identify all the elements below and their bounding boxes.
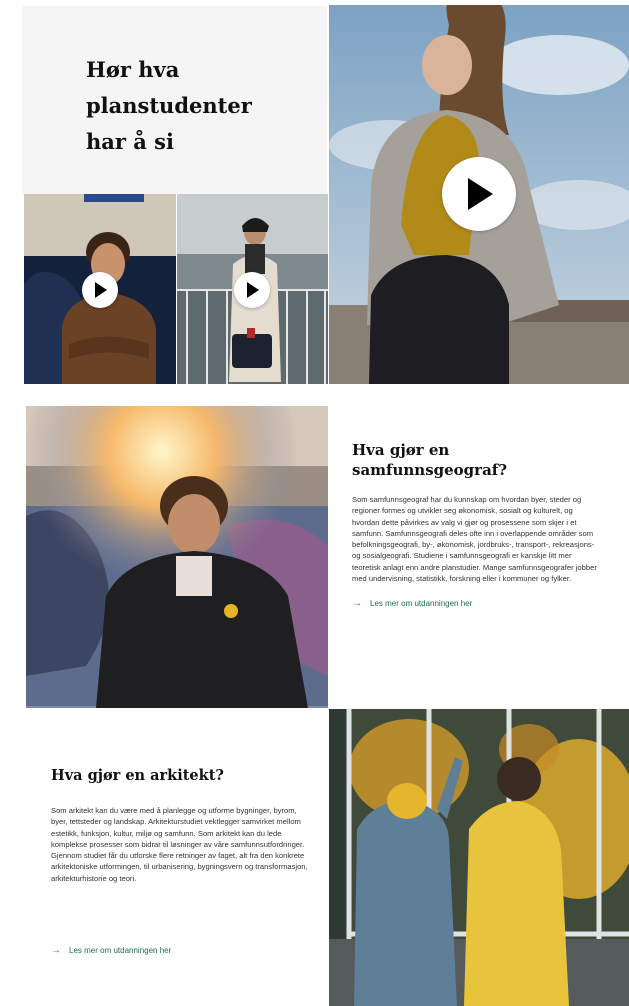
- hero-title: Hør hva planstudenter har å si: [86, 52, 252, 160]
- geograf-body: Som samfunnsgeograf har du kunnskap om h…: [352, 495, 597, 584]
- video-thumbnail-featured[interactable]: [329, 5, 629, 384]
- play-icon: [468, 178, 493, 210]
- arkitekt-body: Som arkitekt kan du være med å planlegge…: [51, 806, 308, 883]
- geograf-text-section: Hva gjør en samfunnsgeograf? Som samfunn…: [352, 440, 610, 609]
- geograf-heading-line: samfunnsgeograf?: [352, 461, 508, 479]
- geograf-link-label: Les mer om utdanningen her: [370, 599, 473, 609]
- arrow-right-icon: →: [51, 945, 61, 956]
- arkitekt-photo: [329, 709, 629, 1006]
- play-icon: [247, 282, 259, 298]
- arkitekt-read-more-link[interactable]: → Les mer om utdanningen her: [51, 945, 171, 956]
- play-button[interactable]: [234, 272, 270, 308]
- geograf-student-image: [26, 406, 328, 708]
- geograf-heading-line: Hva gjør en: [352, 441, 450, 459]
- arkitekt-students-image: [329, 709, 629, 1006]
- arkitekt-heading: Hva gjør en arkitekt?: [51, 767, 224, 784]
- geograf-heading: Hva gjør en samfunnsgeograf?: [352, 440, 610, 480]
- play-button[interactable]: [82, 272, 118, 308]
- play-icon: [95, 282, 107, 298]
- video-thumbnail-student-2[interactable]: [177, 194, 328, 384]
- hero-title-line: Hør hva: [86, 57, 180, 82]
- hero-title-panel: Hør hva planstudenter har å si: [22, 6, 327, 194]
- hero-title-line: har å si: [86, 129, 174, 154]
- geograf-photo: [26, 406, 328, 708]
- video-thumbnail-student-1[interactable]: [24, 194, 176, 384]
- arkitekt-text-panel: Hva gjør en arkitekt? Som arkitekt kan d…: [24, 709, 328, 1006]
- hero-title-line: planstudenter: [86, 93, 252, 118]
- geograf-read-more-link[interactable]: → Les mer om utdanningen her: [352, 598, 610, 609]
- play-button[interactable]: [442, 157, 516, 231]
- arrow-right-icon: →: [352, 598, 362, 610]
- arkitekt-link-label: Les mer om utdanningen her: [69, 946, 172, 955]
